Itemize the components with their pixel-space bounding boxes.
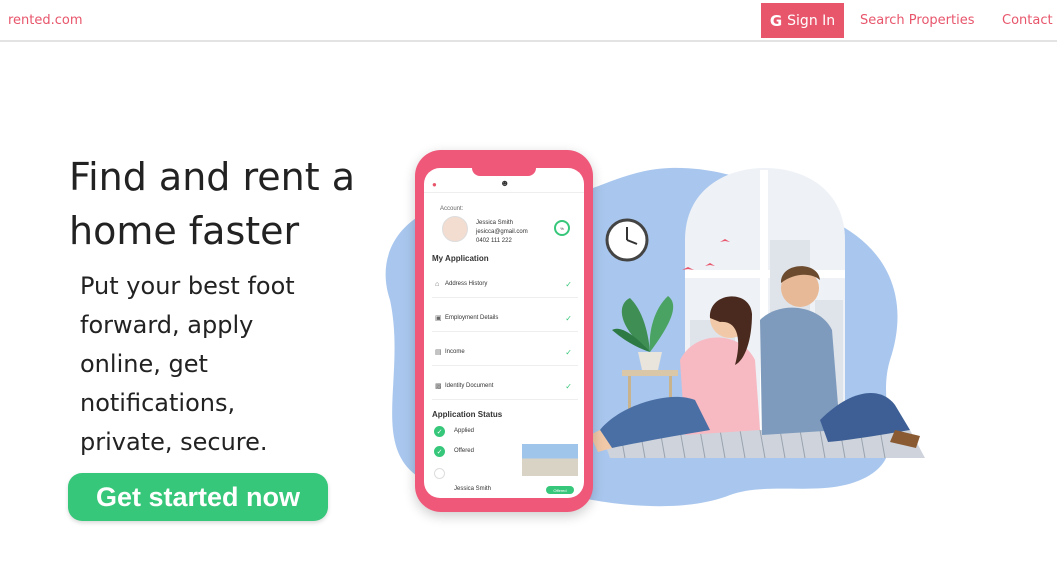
my-application-heading: My Application bbox=[432, 254, 489, 263]
phone-notch bbox=[472, 168, 536, 176]
avatar bbox=[442, 216, 468, 242]
status-check-icon: ✓ bbox=[434, 446, 445, 457]
sign-in-label: Sign In bbox=[787, 12, 836, 29]
sign-in-button[interactable]: G Sign In bbox=[761, 3, 844, 38]
hero-subtitle: Put your best foot forward, apply online… bbox=[80, 272, 295, 456]
list-item-label: Identity Document bbox=[445, 383, 494, 389]
top-navbar: rented.com G Sign In Search Properties C… bbox=[0, 0, 1057, 42]
check-icon: ✓ bbox=[565, 347, 572, 357]
home-icon: ⌂ bbox=[435, 280, 440, 288]
google-icon: G bbox=[769, 11, 783, 30]
account-email: jesicca@gmail.com bbox=[476, 229, 528, 235]
check-icon: ✓ bbox=[565, 313, 572, 323]
status-applied: Applied bbox=[454, 428, 475, 434]
list-item[interactable]: ▣ Employment Details ✓ bbox=[432, 305, 578, 332]
nav-link-contact[interactable]: Contact bbox=[1002, 13, 1053, 28]
property-thumbnail bbox=[522, 444, 578, 476]
list-item-label: Address History bbox=[445, 281, 488, 287]
phone-screen: ● ☻ Account: Jessica Smith jesicca@gmail… bbox=[424, 168, 584, 498]
status-pending-icon bbox=[434, 468, 445, 479]
status-check-icon: ✓ bbox=[434, 426, 445, 437]
phone-app-header: ● ☻ bbox=[424, 176, 584, 193]
progress-ring: % bbox=[554, 220, 570, 236]
check-icon: ✓ bbox=[565, 381, 572, 391]
list-item-label: Income bbox=[445, 349, 465, 355]
account-label: Account: bbox=[440, 206, 464, 212]
list-item-label: Employment Details bbox=[445, 315, 499, 321]
status-offered: Offered bbox=[454, 448, 474, 454]
list-item[interactable]: ▩ Identity Document ✓ bbox=[432, 373, 578, 400]
applicant-name: Jessica Smith bbox=[454, 486, 492, 492]
list-item[interactable]: ▤ Income ✓ bbox=[432, 339, 578, 366]
app-logo-icon: ● bbox=[432, 180, 437, 189]
money-icon: ▤ bbox=[435, 349, 442, 356]
progress-ring-label: % bbox=[560, 225, 564, 231]
brand-link[interactable]: rented.com bbox=[8, 13, 83, 28]
id-card-icon: ▩ bbox=[435, 383, 442, 390]
wall-clock bbox=[605, 218, 649, 262]
list-item[interactable]: ⌂ Address History ✓ bbox=[432, 271, 578, 298]
account-phone: 0402 111 222 bbox=[476, 238, 512, 244]
status-badge: Offered bbox=[546, 486, 574, 494]
get-started-button[interactable]: Get started now bbox=[68, 473, 328, 521]
briefcase-icon: ▣ bbox=[435, 315, 442, 322]
account-name: Jessica Smith bbox=[476, 220, 514, 226]
nav-link-search-properties[interactable]: Search Properties bbox=[860, 13, 975, 28]
phone-mockup: ● ☻ Account: Jessica Smith jesicca@gmail… bbox=[415, 150, 593, 512]
check-icon: ✓ bbox=[565, 279, 572, 289]
hero-title: Find and rent a home faster bbox=[69, 155, 356, 253]
app-user-icon: ☻ bbox=[500, 178, 510, 188]
application-status-heading: Application Status bbox=[432, 410, 503, 419]
